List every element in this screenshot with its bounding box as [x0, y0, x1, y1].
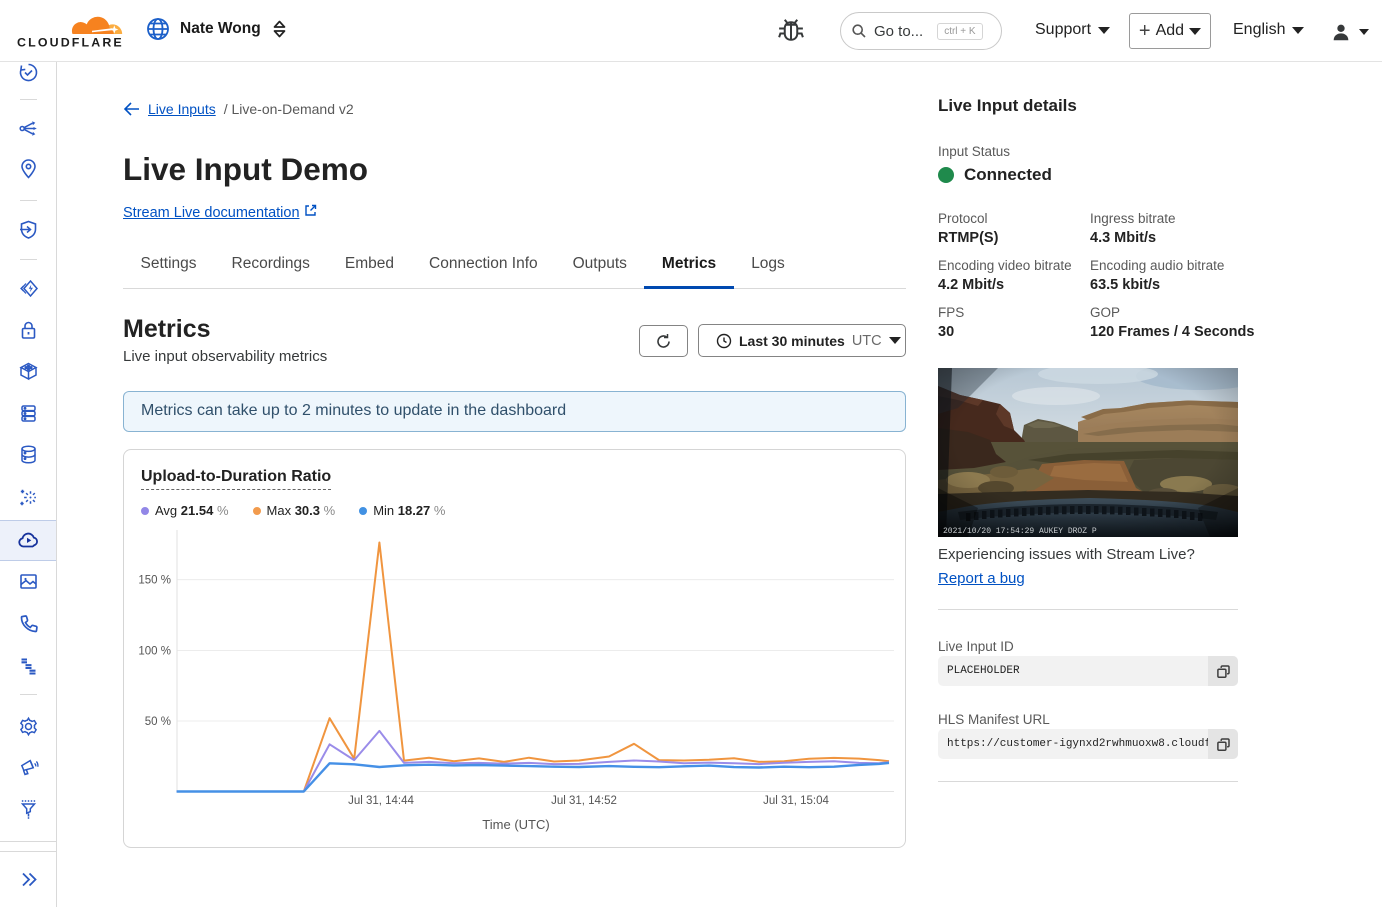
svg-text:Jul 31, 14:44: Jul 31, 14:44 — [348, 795, 414, 807]
svg-text:2021/10/20 17:54:29 AUKEY DROZ: 2021/10/20 17:54:29 AUKEY DROZ P — [943, 527, 1097, 536]
svg-text:Jul 31, 15:04: Jul 31, 15:04 — [763, 795, 829, 807]
svg-text:50 %: 50 % — [145, 716, 171, 728]
svg-text:Jul 31, 14:52: Jul 31, 14:52 — [551, 795, 617, 807]
svg-text:100 %: 100 % — [138, 645, 171, 657]
svg-text:Time (UTC): Time (UTC) — [482, 817, 549, 832]
svg-text:150 %: 150 % — [138, 574, 171, 586]
svg-text:CLOUDFLARE: CLOUDFLARE — [17, 36, 124, 50]
